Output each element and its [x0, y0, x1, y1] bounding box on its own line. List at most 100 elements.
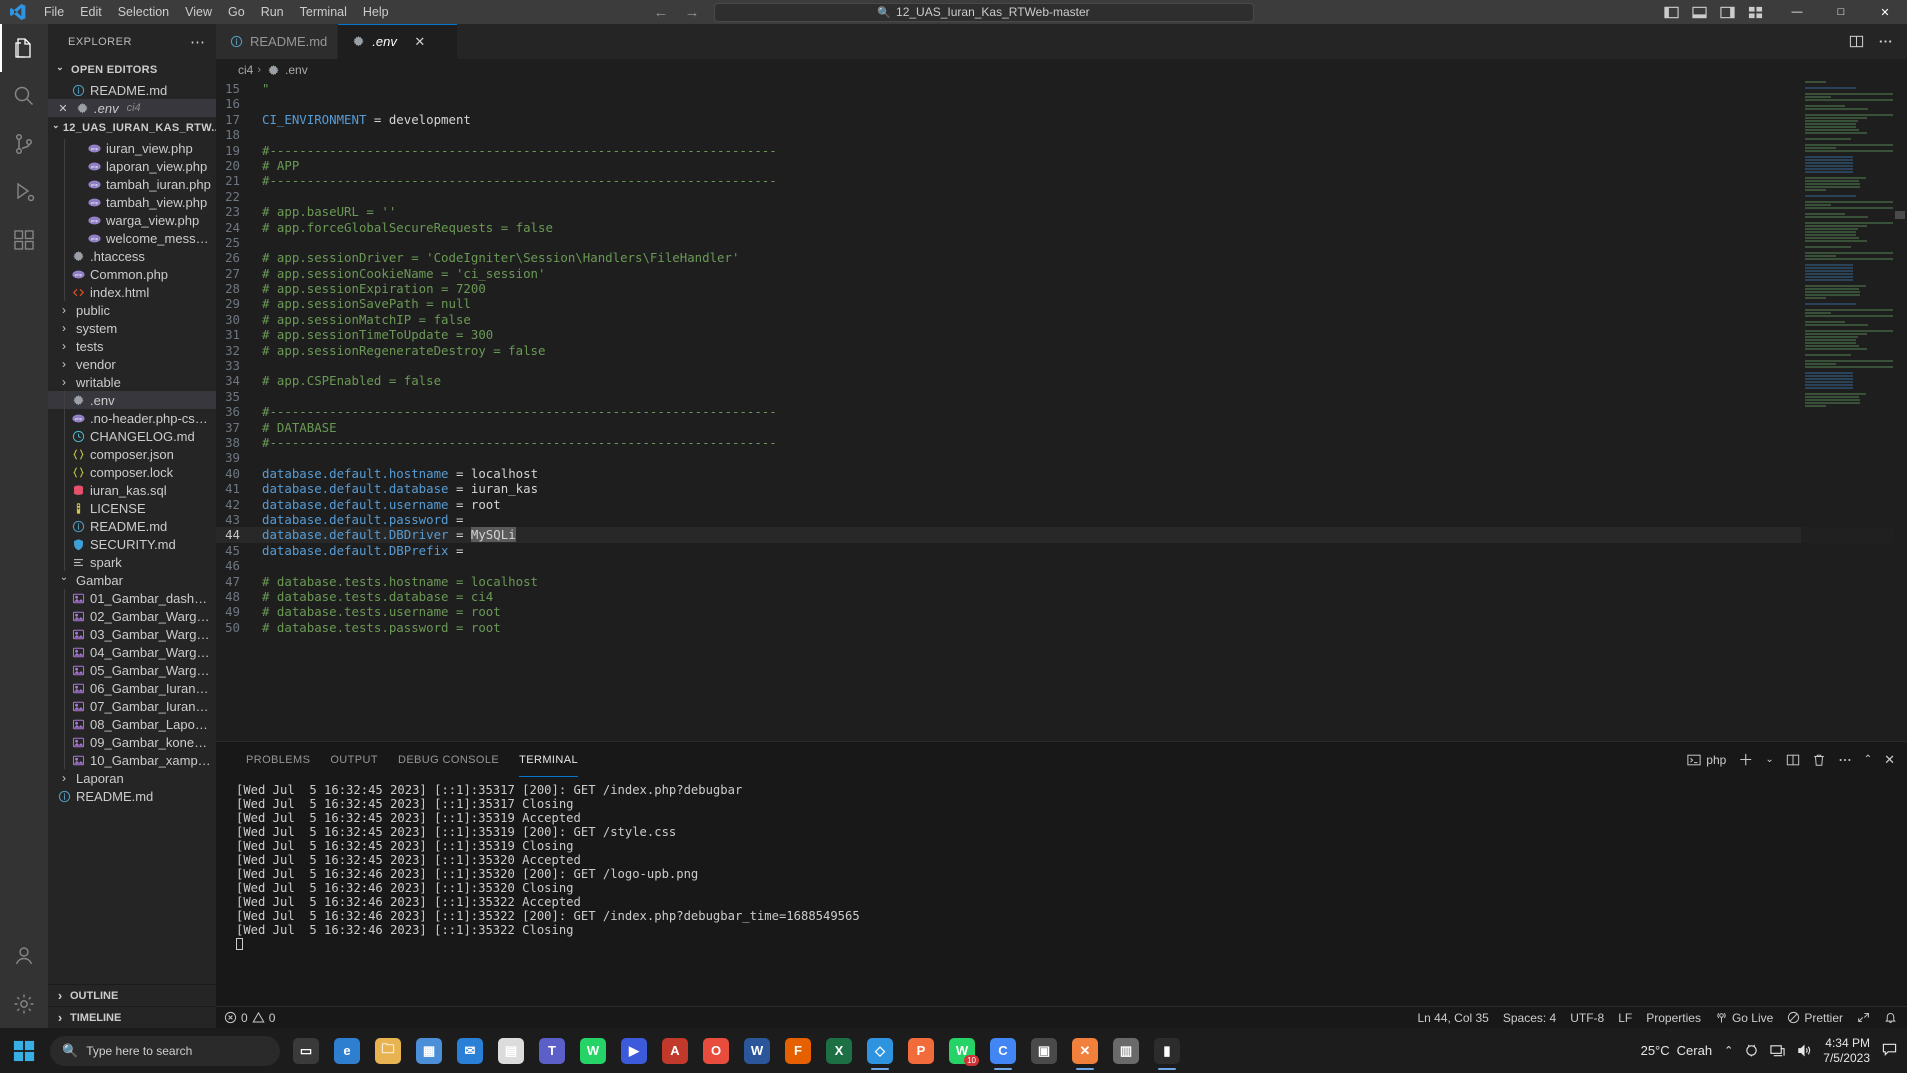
tree-file-02-gambar-warga-j-[interactable]: 02_Gambar_Warga.j...: [48, 607, 216, 625]
menu-file[interactable]: File: [36, 0, 72, 24]
menu-run[interactable]: Run: [253, 0, 292, 24]
breadcrumb-file[interactable]: .env: [285, 63, 308, 77]
taskbar-app-21[interactable]: ▥: [1106, 1031, 1146, 1071]
split-terminal-icon[interactable]: [1786, 753, 1800, 767]
code-line[interactable]: 37 # DATABASE: [216, 420, 1907, 435]
code-line[interactable]: 35: [216, 389, 1907, 404]
code-line[interactable]: 30 # app.sessionMatchIP = false: [216, 312, 1907, 327]
terminal-output[interactable]: [Wed Jul 5 16:32:45 2023] [::1]:35317 [2…: [216, 777, 1907, 1006]
code-line[interactable]: 50 # database.tests.password = root: [216, 620, 1907, 635]
notification-center-icon[interactable]: [1882, 1042, 1897, 1060]
taskbar-firefox[interactable]: F: [778, 1031, 818, 1071]
open-editors-header[interactable]: OPEN EDITORS: [48, 59, 216, 81]
taskbar-terminal[interactable]: ▮: [1147, 1031, 1187, 1071]
network-icon[interactable]: [1770, 1043, 1785, 1058]
tree-file-05-gambar-warga-[interactable]: 05_Gambar_Warga_...: [48, 661, 216, 679]
breadcrumb[interactable]: ci4 › .env: [216, 59, 1907, 81]
activity-extensions-icon[interactable]: [0, 216, 48, 264]
tree-file-changelog-md[interactable]: CHANGELOG.md: [48, 427, 216, 445]
tree-file-01-gambar-dashbo-[interactable]: 01_Gambar_dashbo...: [48, 589, 216, 607]
maximize-panel-icon[interactable]: ⌃: [1864, 754, 1872, 765]
menu-terminal[interactable]: Terminal: [292, 0, 355, 24]
activity-source-control-icon[interactable]: [0, 120, 48, 168]
quick-input-bar[interactable]: 🔍 12_UAS_Iuran_Kas_RTWeb-master: [713, 2, 1254, 22]
panel-tab-problems[interactable]: PROBLEMS: [236, 742, 320, 777]
code-lines[interactable]: 15 " 16 17 CI_ENVIRONMENT = development 18 19 #…: [216, 81, 1907, 635]
taskbar-notepad[interactable]: ▤: [491, 1031, 531, 1071]
status-remote-indicator[interactable]: [1857, 1011, 1870, 1024]
terminal-type-badge[interactable]: php: [1687, 753, 1726, 767]
toggle-panel-icon[interactable]: [1692, 5, 1707, 20]
customize-layout-icon[interactable]: [1748, 5, 1763, 20]
taskbar-acrobat[interactable]: A: [655, 1031, 695, 1071]
code-line[interactable]: 34 # app.CSPEnabled = false: [216, 373, 1907, 388]
code-line[interactable]: 23 # app.baseURL = '': [216, 204, 1907, 219]
taskbar-task-view[interactable]: ▭: [286, 1031, 326, 1071]
taskbar-word[interactable]: W: [737, 1031, 777, 1071]
menu-bar[interactable]: File Edit Selection View Go Run Terminal…: [36, 0, 397, 24]
status-language-mode[interactable]: Properties: [1646, 1011, 1701, 1025]
tree-file-08-gambar-laporan-[interactable]: 08_Gambar_Laporan...: [48, 715, 216, 733]
status-notifications[interactable]: [1884, 1011, 1897, 1024]
tree-file--no-header-php-cs-fi-[interactable]: php .no-header.php-cs-fi...: [48, 409, 216, 427]
taskbar-file-explorer[interactable]: 🗀: [368, 1031, 408, 1071]
tree-file-common-php[interactable]: php Common.php: [48, 265, 216, 283]
code-line[interactable]: 26 # app.sessionDriver = 'CodeIgniter\Ses…: [216, 250, 1907, 265]
new-terminal-icon[interactable]: ＋: [1738, 749, 1753, 770]
tree-file-07-gambar-iuran-ta-[interactable]: 07_Gambar_Iuran_ta...: [48, 697, 216, 715]
toggle-primary-sidebar-icon[interactable]: [1664, 5, 1679, 20]
onedrive-icon[interactable]: [1744, 1043, 1759, 1058]
activity-account-icon[interactable]: [0, 932, 48, 980]
activity-run-debug-icon[interactable]: [0, 168, 48, 216]
code-line[interactable]: 25: [216, 235, 1907, 250]
open-editor-readme[interactable]: README.md: [48, 81, 216, 99]
forward-arrow-icon[interactable]: →: [685, 4, 700, 21]
code-line[interactable]: 39: [216, 450, 1907, 465]
tree-folder-laporan[interactable]: › Laporan: [48, 769, 216, 787]
tree-folder-tests[interactable]: › tests: [48, 337, 216, 355]
taskbar-postman[interactable]: P: [901, 1031, 941, 1071]
taskbar-store[interactable]: ▦: [409, 1031, 449, 1071]
layout-controls[interactable]: [1664, 5, 1775, 20]
timeline-section[interactable]: TIMELINE: [48, 1006, 216, 1028]
activity-explorer-icon[interactable]: [0, 24, 48, 72]
taskbar-search[interactable]: 🔍 Type here to search: [50, 1035, 280, 1066]
taskbar-excel[interactable]: X: [819, 1031, 859, 1071]
code-line[interactable]: 16: [216, 96, 1907, 111]
tree-file-laporan-view-php[interactable]: php laporan_view.php: [48, 157, 216, 175]
status-prettier[interactable]: Prettier: [1787, 1011, 1843, 1025]
code-editor[interactable]: 15 " 16 17 CI_ENVIRONMENT = development 18 19 #…: [216, 81, 1907, 741]
code-line[interactable]: 46: [216, 558, 1907, 573]
tree-file-iuran-view-php[interactable]: php iuran_view.php: [48, 139, 216, 157]
activity-gear-icon[interactable]: [0, 980, 48, 1028]
code-line[interactable]: 15 ": [216, 81, 1907, 96]
window-controls[interactable]: — □ ✕: [1775, 0, 1907, 24]
tree-file-spark[interactable]: spark: [48, 553, 216, 571]
code-line[interactable]: 29 # app.sessionSavePath = null: [216, 296, 1907, 311]
taskbar-clock[interactable]: 4:34 PM 7/5/2023: [1823, 1036, 1870, 1066]
code-line[interactable]: 49 # database.tests.username = root: [216, 604, 1907, 619]
tree-file-composer-lock[interactable]: composer.lock: [48, 463, 216, 481]
panel-tab-debug-console[interactable]: DEBUG CONSOLE: [388, 742, 509, 777]
tree-file-readme-md[interactable]: README.md: [48, 787, 216, 805]
taskbar-whatsapp-desktop[interactable]: W 10: [942, 1031, 982, 1071]
tree-file-iuran-kas-sql[interactable]: iuran_kas.sql: [48, 481, 216, 499]
tree-file--env[interactable]: .env: [48, 391, 216, 409]
taskbar-edge[interactable]: e: [327, 1031, 367, 1071]
status-errors[interactable]: 0: [224, 1011, 248, 1025]
code-line[interactable]: 18: [216, 127, 1907, 142]
scrollbar-thumb[interactable]: [1895, 211, 1905, 219]
project-folder-header[interactable]: 12_UAS_IURAN_KAS_RTW...: [48, 117, 216, 139]
weather-widget[interactable]: 25°C Cerah: [1634, 1043, 1712, 1058]
code-line[interactable]: 19 #-------------------------------------…: [216, 143, 1907, 158]
tree-folder-writable[interactable]: › writable: [48, 373, 216, 391]
code-line[interactable]: 21 #-------------------------------------…: [216, 173, 1907, 188]
panel-tab-output[interactable]: OUTPUT: [320, 742, 388, 777]
show-hidden-icons-chevron-icon[interactable]: ⌃: [1724, 1044, 1733, 1057]
split-editor-icon[interactable]: [1849, 34, 1864, 49]
menu-help[interactable]: Help: [355, 0, 397, 24]
taskbar-teams[interactable]: T: [532, 1031, 572, 1071]
navigation-arrows[interactable]: ← →: [654, 4, 700, 21]
tree-folder-vendor[interactable]: › vendor: [48, 355, 216, 373]
chevron-down-icon[interactable]: ⌄: [1765, 754, 1773, 765]
